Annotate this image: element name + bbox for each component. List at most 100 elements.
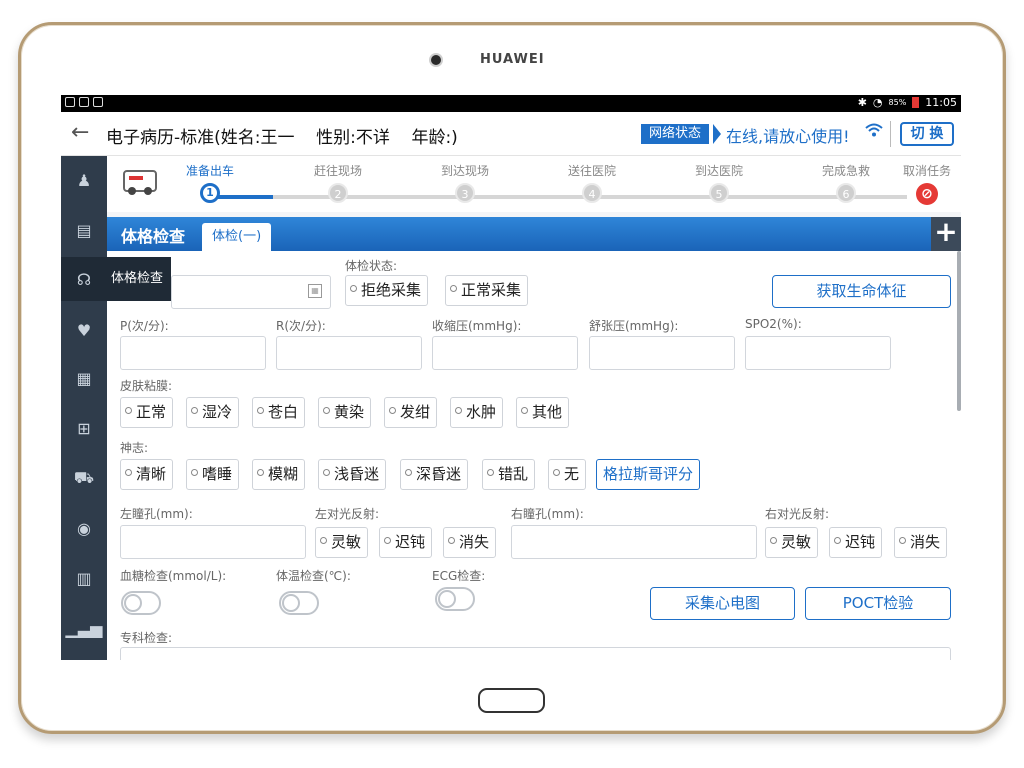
left-pupil-input[interactable] [120,525,306,559]
sidebar-item-document[interactable]: ▦ [61,356,107,400]
special-exam-input[interactable] [120,647,951,660]
mind-light-coma[interactable]: 浅昏迷 [318,459,387,490]
scrollbar[interactable] [957,251,961,411]
sidebar-item-stats[interactable]: ▁▃▅ [61,606,107,650]
respiration-input[interactable] [276,336,422,370]
left-reflex-sluggish[interactable]: 迟钝 [379,527,433,558]
heart-rate-icon: ♥ [76,320,92,340]
get-vitals-button[interactable]: 获取生命体征 [772,275,951,308]
sidebar-item-report[interactable]: ▥ [61,556,107,600]
spo2-label: SPO2(%): [745,317,802,331]
ecg-toggle[interactable] [435,587,475,611]
person-icon: ♟ [76,170,92,190]
skin-cyanosis[interactable]: 发绀 [384,397,438,428]
mind-confused[interactable]: 模糊 [252,459,306,490]
glucose-toggle[interactable] [121,591,161,615]
page-title: 电子病历-标准(姓名:王一 性别:不详 年龄:) [106,128,458,148]
sidebar-tooltip: 体格检查 [107,257,171,301]
left-pupil-label: 左瞳孔(mm): [120,507,193,521]
sidebar: ♟ ▤ ☊ ♥ ▦ ⊞ ⛟ ◉ ▥ ▁▃▅ [61,156,107,660]
screenshot-icon [79,97,89,107]
app-icon [93,97,103,107]
left-reflex-sensitive[interactable]: 灵敏 [315,527,369,558]
skin-other[interactable]: 其他 [516,397,570,428]
sidebar-item-treatment[interactable]: ⊞ [61,406,107,450]
ambulance-icon [123,170,157,195]
mind-deep-coma[interactable]: 深昏迷 [400,459,469,490]
medical-plus-icon: ⊞ [77,418,91,438]
sidebar-item-user[interactable]: ◉ [61,506,107,550]
title-bar: ← 电子病历-标准(姓名:王一 性别:不详 年龄:) 网络状态 在线,请放心使用… [61,112,961,156]
right-pupil-label: 右瞳孔(mm): [511,507,584,521]
exam-state-normal[interactable]: 正常采集 [445,275,529,306]
exam-state-refuse[interactable]: 拒绝采集 [345,275,429,306]
add-button[interactable]: + [931,217,961,251]
sidebar-item-vitals[interactable]: ♥ [61,308,107,352]
back-arrow-icon[interactable]: ← [71,120,89,145]
status-bar: ✱ ◔ 85% 11:05 [61,95,961,112]
step-to-hospital[interactable]: 送往医院 4 [547,162,637,203]
right-reflex-sensitive[interactable]: 灵敏 [765,527,819,558]
sidebar-item-transport[interactable]: ⛟ [61,456,107,500]
date-field[interactable]: ▦ [171,275,331,309]
clock: 11:05 [925,96,957,109]
skin-clammy[interactable]: 湿冷 [186,397,240,428]
section-header: 体格检查 体检(一) + [107,217,961,251]
right-reflex-label: 右对光反射: [765,507,830,521]
step-arrive-scene[interactable]: 到达现场 3 [420,162,510,203]
calendar-icon: ▦ [308,284,322,298]
pulse-input[interactable] [120,336,266,370]
right-pupil-input[interactable] [511,525,757,559]
battery-icon [912,97,920,108]
sidebar-item-person[interactable]: ♟ [61,158,107,202]
chart-icon: ▁▃▅ [65,618,103,638]
physical-exam-form: 体检状态: ▦ 拒绝采集 正常采集 获取生命体征 P(次/分): R(次/分):… [107,251,961,660]
switch-button[interactable]: 切 换 [900,122,954,146]
skin-jaundice[interactable]: 黄染 [318,397,372,428]
skin-normal[interactable]: 正常 [120,397,174,428]
tab-exam-1[interactable]: 体检(一) [202,223,272,251]
spo2-input[interactable] [745,336,891,370]
sidebar-item-physical-exam[interactable]: ☊ [61,257,107,301]
right-reflex-sluggish[interactable]: 迟钝 [829,527,883,558]
sidebar-item-record[interactable]: ▤ [61,208,107,252]
cancel-task[interactable]: 取消任务 ⊘ [897,162,957,205]
report-icon: ▥ [76,568,92,588]
exam-state-label: 体检状态: [345,259,398,273]
step-arrive-hospital[interactable]: 到达医院 5 [674,162,764,203]
skin-pale[interactable]: 苍白 [252,397,306,428]
poct-test-button[interactable]: POCT检验 [805,587,951,620]
section-title: 体格检查 [121,227,186,246]
screen: ✱ ◔ 85% 11:05 ← 电子病历-标准(姓名:王一 性别:不详 年龄:)… [61,95,961,660]
systolic-input[interactable] [432,336,578,370]
mind-none[interactable]: 无 [548,459,587,490]
collect-ecg-button[interactable]: 采集心电图 [650,587,795,620]
ambulance-car-icon: ⛟ [73,467,95,487]
systolic-label: 收缩压(mmHg): [432,319,522,333]
glucose-label: 血糖检查(mmol/L): [120,569,227,583]
right-reflex-absent[interactable]: 消失 [894,527,948,558]
mind-disordered[interactable]: 错乱 [482,459,536,490]
pulse-label: P(次/分): [120,319,169,333]
gcs-score-button[interactable]: 格拉斯哥评分 [596,459,701,490]
step-en-route[interactable]: 赶往现场 2 [293,162,383,203]
notification-icon [65,97,75,107]
temperature-label: 体温检查(℃): [276,569,351,583]
clipboard-icon: ▤ [76,220,92,240]
network-arrow-icon [713,124,721,144]
document-icon: ▦ [76,368,92,388]
left-reflex-absent[interactable]: 消失 [443,527,497,558]
ecg-label: ECG检查: [432,569,486,583]
wifi-icon [865,122,883,141]
diastolic-input[interactable] [589,336,735,370]
battery-percent: 85% [888,98,907,107]
skin-edema[interactable]: 水肿 [450,397,504,428]
mind-clear[interactable]: 清晰 [120,459,174,490]
skin-label: 皮肤粘膜: [120,379,173,393]
step-prepare[interactable]: 准备出车 1 [165,162,255,203]
network-status-text: 在线,请放心使用! [726,127,850,146]
temperature-toggle[interactable] [279,591,319,615]
mind-drowsy[interactable]: 嗜睡 [186,459,240,490]
home-button[interactable] [478,688,545,713]
step-complete[interactable]: 完成急救 6 [801,162,891,203]
